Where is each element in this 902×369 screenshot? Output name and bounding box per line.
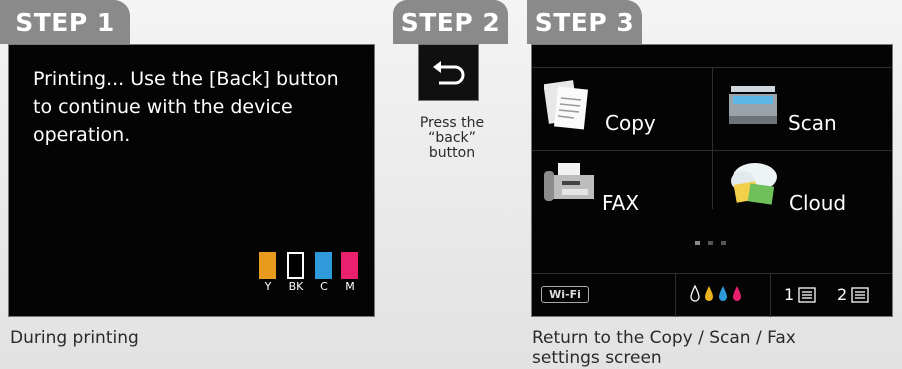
page-dot-1 <box>695 241 700 245</box>
step-3-caption-line-2: settings screen <box>532 348 662 368</box>
ink-level-button[interactable] <box>678 283 758 305</box>
fax-menu-item[interactable]: FAX <box>532 151 712 231</box>
step-1-tab: STEP 1 <box>0 0 130 44</box>
back-button[interactable] <box>418 44 479 101</box>
tray-1-button[interactable]: 1 <box>784 282 824 306</box>
status-bar <box>532 45 892 68</box>
step-3-caption: Return to the Copy / Scan / Fax settings… <box>532 328 796 368</box>
ink-yellow-label: Y <box>264 280 272 293</box>
press-line-1: Press the <box>419 115 485 131</box>
tray-1-number: 1 <box>784 285 795 304</box>
printing-message: Printing... Use the [Back] button to con… <box>33 68 339 146</box>
page-dot-3 <box>721 241 726 245</box>
step-3-caption-line-1: Return to the Copy / Scan / Fax <box>532 328 796 348</box>
scan-label: Scan <box>788 111 837 135</box>
ink-magenta: M <box>341 252 358 293</box>
cloud-icon <box>731 163 777 205</box>
step-2-tab: STEP 2 <box>393 0 508 44</box>
copy-icon <box>544 80 589 130</box>
cloud-menu-item[interactable]: Cloud <box>713 151 893 231</box>
bottom-bar-divider <box>532 273 892 274</box>
press-line-2: “back” <box>428 130 476 146</box>
ink-black-bar <box>287 252 304 279</box>
ink-magenta-bar <box>341 252 358 279</box>
tray-2-button[interactable]: 2 <box>837 282 877 306</box>
ink-cyan: C <box>315 252 332 293</box>
bottom-divider-1 <box>675 274 676 317</box>
ink-yellow: Y <box>259 252 276 293</box>
ink-black-label: BK <box>288 280 304 293</box>
copy-menu-item[interactable]: Copy <box>532 68 712 150</box>
step-1-label: STEP 1 <box>15 7 115 37</box>
copy-label: Copy <box>605 111 656 135</box>
printing-screen: Printing... Use the [Back] button to con… <box>8 44 375 317</box>
ink-drops-icon <box>690 284 741 302</box>
tray-2-number: 2 <box>837 285 848 304</box>
bottom-divider-2 <box>770 274 771 317</box>
wifi-button[interactable]: Wi-Fi <box>541 286 589 303</box>
back-arrow-icon <box>432 60 464 84</box>
page-dot-2 <box>708 241 713 245</box>
paper-tray-2-icon <box>851 287 869 303</box>
ink-magenta-label: M <box>345 280 355 293</box>
press-line-3: button <box>428 145 476 161</box>
cloud-label: Cloud <box>789 191 847 215</box>
scan-menu-item[interactable]: Scan <box>713 68 893 150</box>
paper-tray-1-icon <box>798 287 816 303</box>
fax-icon <box>544 163 594 201</box>
step-3-label: STEP 3 <box>534 7 635 37</box>
home-screen: Copy Scan FAX Cloud Wi-Fi 1 2 <box>531 44 893 317</box>
step-1-caption: During printing <box>10 328 139 348</box>
step-2-label: STEP 2 <box>400 7 501 37</box>
scanner-icon <box>729 86 777 124</box>
ink-cyan-bar <box>315 252 332 279</box>
ink-yellow-bar <box>259 252 276 279</box>
press-back-instruction: Press the “back” button <box>397 116 507 161</box>
ink-black: BK <box>287 252 304 293</box>
step-3-tab: STEP 3 <box>527 0 642 44</box>
fax-label: FAX <box>602 191 640 215</box>
